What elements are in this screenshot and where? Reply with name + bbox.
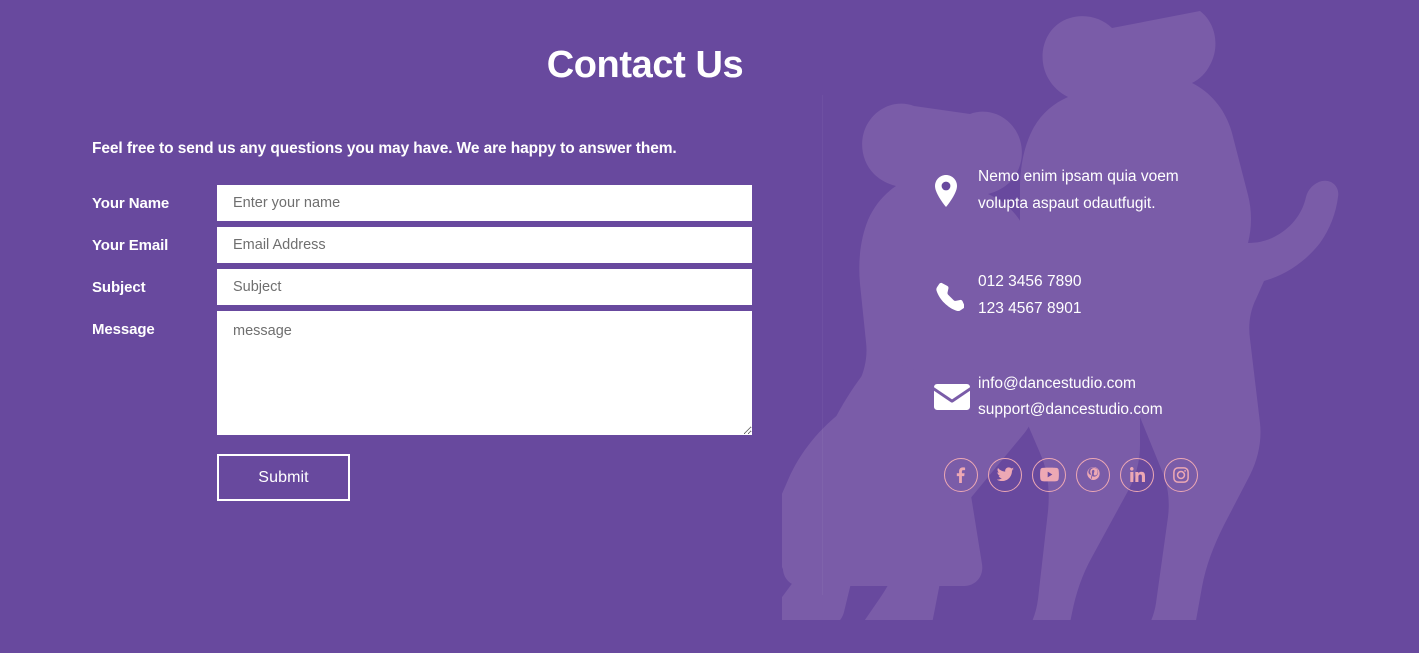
submit-button[interactable]: Submit [217, 454, 350, 501]
pinterest-icon[interactable] [1076, 457, 1110, 492]
twitter-icon[interactable] [988, 457, 1022, 492]
label-message: Message [92, 321, 155, 338]
page-title: Contact Us [546, 44, 744, 86]
address-text: Nemo enim ipsam quia voem volupta aspaut… [978, 164, 1179, 217]
email-text: info@dancestudio.com support@dancestudio… [978, 371, 1163, 424]
form-row-message: Message [92, 311, 752, 435]
phone-text: 012 3456 7890 123 4567 8901 [978, 269, 1081, 322]
message-textarea[interactable] [217, 311, 752, 435]
email-line-2: support@dancestudio.com [978, 401, 1163, 419]
label-your-email: Your Email [92, 237, 169, 254]
label-subject: Subject [92, 279, 146, 296]
form-row-email: Your Email [92, 227, 752, 263]
envelope-icon [934, 383, 978, 411]
social-links [934, 457, 1264, 492]
phone-line-2: 123 4567 8901 [978, 299, 1082, 317]
phone-block: 012 3456 7890 123 4567 8901 [934, 269, 1264, 322]
instagram-icon[interactable] [1164, 457, 1198, 492]
map-pin-icon [934, 174, 978, 207]
phone-line-1: 012 3456 7890 [978, 273, 1082, 291]
contact-form: Feel free to send us any questions you m… [92, 140, 752, 501]
form-row-subject: Subject [92, 269, 752, 305]
phone-icon [934, 281, 978, 311]
facebook-icon[interactable] [944, 457, 978, 492]
subject-input[interactable] [217, 269, 752, 305]
form-row-name: Your Name [92, 185, 752, 221]
contact-info-panel: Nemo enim ipsam quia voem volupta aspaut… [934, 164, 1264, 492]
address-line-2: volupta aspaut odautfugit. [978, 194, 1156, 212]
address-block: Nemo enim ipsam quia voem volupta aspaut… [934, 164, 1264, 217]
name-input[interactable] [217, 185, 752, 221]
youtube-icon[interactable] [1032, 457, 1066, 492]
address-line-1: Nemo enim ipsam quia voem [978, 168, 1179, 185]
email-block: info@dancestudio.com support@dancestudio… [934, 371, 1264, 424]
email-line-1: info@dancestudio.com [978, 374, 1136, 392]
email-input[interactable] [217, 227, 752, 263]
linkedin-icon[interactable] [1120, 457, 1154, 492]
submit-spacer [92, 454, 217, 501]
form-intro-text: Feel free to send us any questions you m… [92, 140, 677, 157]
label-your-name: Your Name [92, 195, 170, 212]
submit-row: Submit [92, 454, 752, 501]
panel-edge-divider [822, 95, 823, 595]
